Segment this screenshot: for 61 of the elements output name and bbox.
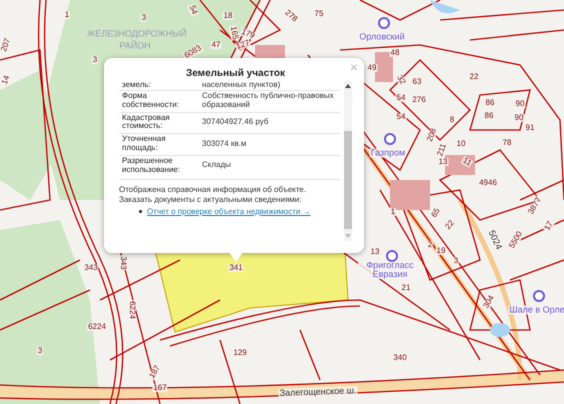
- field-label: Уточненная площадь:: [121, 135, 167, 153]
- parcel-number: 86: [484, 99, 496, 107]
- parcel-number: 13: [438, 158, 448, 166]
- place-label: Фригогласс Евразия: [358, 261, 422, 279]
- parcel-number: 48: [390, 49, 400, 57]
- parcel-number: 6224: [87, 323, 107, 331]
- scroll-up-icon[interactable]: [345, 84, 351, 88]
- parcel-number: 1: [64, 11, 70, 19]
- field-label: земель:: [121, 81, 152, 89]
- parcel-number: 3: [36, 347, 44, 355]
- field-value: 307404927.46 руб: [202, 116, 270, 128]
- parcel-number: 13: [370, 248, 380, 256]
- parcel-number: 90: [514, 114, 524, 122]
- parcel-number: 47: [210, 41, 222, 49]
- scroll-down-icon[interactable]: [345, 234, 351, 238]
- place-label: Орловский: [358, 32, 406, 42]
- parcel-number: 340: [392, 354, 408, 362]
- parcel-number: 3: [92, 56, 98, 64]
- field-value: населенных пунктов): [202, 81, 282, 89]
- parcel-number: 2: [426, 241, 434, 249]
- parcel-number: 1: [390, 208, 396, 216]
- place-label: Газпром: [370, 148, 406, 158]
- parcel-number: 129: [232, 349, 248, 357]
- district-label: ЖЕЛЕЗНОДОРОЖНЫЙ РАЙОН: [86, 28, 184, 50]
- parcel-number: 167: [152, 384, 168, 392]
- parcel-number: 19: [436, 247, 446, 255]
- scrollbar-thumb[interactable]: [344, 131, 352, 229]
- parcel-number: 343: [119, 255, 127, 271]
- parcel-number: 22: [468, 73, 480, 81]
- parcel-number: 54: [396, 94, 406, 102]
- parcel-number: 91: [524, 124, 536, 132]
- report-link[interactable]: Отчет о проверке объекта недвижимости →: [147, 206, 311, 217]
- parcel-number: 54: [396, 113, 406, 121]
- info-note: Отображена справочная информация об объекте. Заказать документы с актуальными сведениями:: [119, 179, 340, 205]
- parcel-number: 341: [228, 264, 244, 272]
- parcel-number: 49: [366, 64, 378, 72]
- parcel-number: 78: [502, 139, 512, 147]
- field-label: Кадастровая стоимость:: [121, 114, 171, 132]
- parcel-number: 8: [448, 116, 456, 124]
- field-label: Форма собственности:: [121, 92, 180, 110]
- scrollbar[interactable]: [344, 81, 352, 241]
- parcel-number: 276: [411, 96, 427, 104]
- parcel-number: 18: [222, 12, 234, 20]
- parcel-number: 10: [456, 140, 466, 148]
- field-label: Разрешенное использование:: [121, 156, 182, 174]
- field-value: Склады: [202, 159, 232, 172]
- parcel-number: 63: [412, 78, 422, 86]
- field-value: Собственность публично-правовых образований: [202, 92, 335, 110]
- parcel-number: 4946: [478, 179, 498, 187]
- place-label: Шале в Орле: [508, 306, 564, 314]
- parcel-number: 86: [484, 112, 494, 120]
- bullet-icon: [139, 210, 142, 214]
- popup-title: Земельный участок: [184, 68, 286, 79]
- parcel-number: 3: [140, 14, 148, 22]
- parcel-number: 6224: [128, 300, 136, 320]
- parcel-number: 75: [314, 10, 324, 18]
- parcel-number: 343: [83, 264, 99, 272]
- parcel-number: 21: [400, 284, 412, 292]
- field-value: 303074 кв.м: [202, 138, 248, 150]
- parcel-number: 90: [514, 100, 526, 108]
- parcel-number: 3: [452, 257, 460, 265]
